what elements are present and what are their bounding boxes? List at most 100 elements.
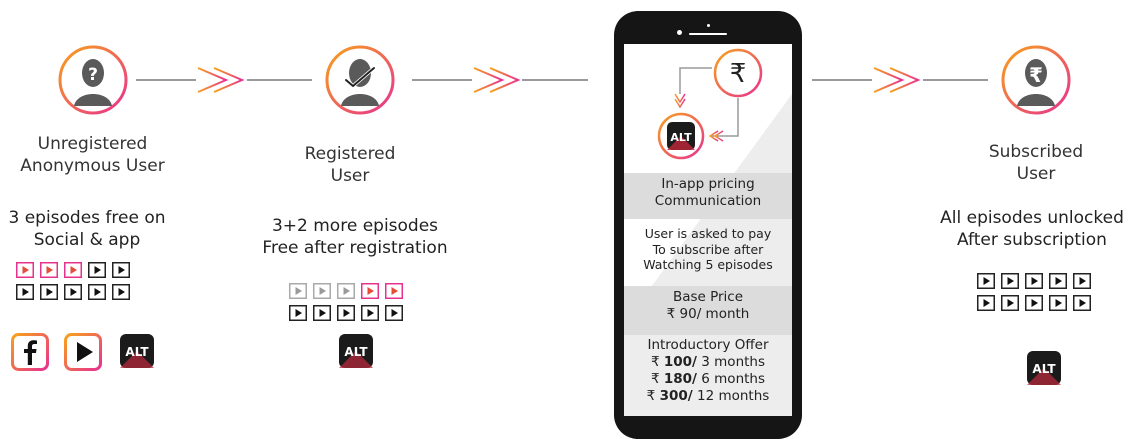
stage-label: Subscribed User <box>946 141 1126 185</box>
episode-locked-icon[interactable] <box>112 262 130 278</box>
stage-label: Unregistered Anonymous User <box>0 133 185 177</box>
offer-amount: 300/ <box>659 388 693 404</box>
logo-text: ALT <box>344 345 368 359</box>
facebook-icon[interactable] <box>11 333 49 371</box>
altbalaji-app-icon[interactable]: ALT <box>119 333 155 369</box>
episode-locked-icon[interactable] <box>1049 273 1067 289</box>
desc-line: All episodes unlocked <box>940 208 1124 228</box>
rupee-prefix: ₹ <box>650 371 664 387</box>
svg-text:₹: ₹ <box>730 59 747 89</box>
pricing-title-line: Communication <box>654 193 762 209</box>
episode-locked-icon[interactable] <box>16 284 34 300</box>
label-line: User <box>330 166 370 186</box>
offer-amount: 100/ <box>663 354 697 370</box>
base-price-value: ₹ 90/ month <box>666 306 750 322</box>
altbalaji-app-icon[interactable]: ALT <box>338 333 374 369</box>
altbalaji-logo-graphic: ALT <box>120 334 154 368</box>
ask-line: To subscribe after <box>652 241 764 257</box>
phone-camera-icon <box>677 30 682 35</box>
label-line: Subscribed <box>988 142 1084 162</box>
pricing-communication-box: In-app pricing Communication <box>624 173 792 219</box>
base-price-title: Base Price <box>672 289 744 305</box>
episode-free-icon[interactable] <box>361 283 379 299</box>
episode-locked-icon[interactable] <box>1001 273 1019 289</box>
episode-locked-icon[interactable] <box>977 273 995 289</box>
altbalaji-logo-graphic: ALT <box>339 334 373 368</box>
youtube-play-icon[interactable] <box>64 333 102 371</box>
stage-description: 3 episodes free on Social & app <box>0 207 174 251</box>
stage-description: 3+2 more episodes Free after registratio… <box>250 215 460 259</box>
desc-line: After subscription <box>957 230 1107 250</box>
episode-locked-icon[interactable] <box>88 284 106 300</box>
episode-locked-icon[interactable] <box>64 284 82 300</box>
episode-locked-icon[interactable] <box>313 305 331 321</box>
app-logo-circle-icon: ALT <box>657 112 705 160</box>
episode-locked-icon[interactable] <box>977 295 995 311</box>
stage-registered: Registered User 3+2 more episodes Free a… <box>250 0 450 439</box>
episode-watched-icon[interactable] <box>289 283 307 299</box>
stage-unregistered: ? Unregistered Anonymous User 3 episodes… <box>0 0 185 439</box>
episode-watched-icon[interactable] <box>337 283 355 299</box>
offer-row: ₹ 300/ 12 months <box>624 388 792 405</box>
svg-text:ALT: ALT <box>670 131 692 144</box>
offer-title: Introductory Offer <box>647 337 769 353</box>
desc-line: 3 episodes free on <box>8 208 166 228</box>
pricing-title-line: In-app pricing <box>661 176 755 192</box>
episode-free-icon[interactable] <box>40 262 58 278</box>
episode-locked-icon[interactable] <box>361 305 379 321</box>
stage-subscribed: ₹ Subscribed User All episodes unlocked … <box>930 0 1130 439</box>
altbalaji-app-icon[interactable]: ALT <box>1026 350 1062 386</box>
rupee-prefix: ₹ <box>650 354 664 370</box>
episode-locked-icon[interactable] <box>385 305 403 321</box>
stage-description: All episodes unlocked After subscription <box>934 207 1130 251</box>
label-line: Unregistered <box>37 134 148 154</box>
episode-free-icon[interactable] <box>385 283 403 299</box>
episode-locked-icon[interactable] <box>1025 295 1043 311</box>
episode-locked-icon[interactable] <box>337 305 355 321</box>
label-line: Registered <box>304 144 396 164</box>
rupee-prefix: ₹ <box>646 388 660 404</box>
desc-line: Free after registration <box>262 238 448 258</box>
episode-locked-icon[interactable] <box>88 262 106 278</box>
offer-amount: 180/ <box>663 371 697 387</box>
episode-locked-icon[interactable] <box>1001 295 1019 311</box>
label-line: User <box>1016 164 1056 184</box>
episode-locked-icon[interactable] <box>112 284 130 300</box>
episode-locked-icon[interactable] <box>1073 273 1091 289</box>
episode-free-icon[interactable] <box>16 262 34 278</box>
episode-grid <box>16 262 130 300</box>
introductory-offer-box: Introductory Offer ₹ 100/ 3 months ₹ 180… <box>624 337 792 413</box>
rupee-circle-icon: ₹ <box>713 48 763 98</box>
label-line: Anonymous User <box>20 156 165 176</box>
offer-period: 12 months <box>692 388 770 404</box>
ask-line: User is asked to pay <box>644 226 772 241</box>
svg-text:₹: ₹ <box>1029 63 1043 87</box>
episode-grid <box>289 283 403 321</box>
base-price-box: Base Price ₹ 90/ month <box>624 286 792 335</box>
logo-text: ALT <box>1032 362 1056 376</box>
episode-watched-icon[interactable] <box>313 283 331 299</box>
logo-text: ALT <box>125 345 149 359</box>
ask-line: Watching 5 episodes <box>643 257 773 272</box>
rupee-user-icon: ₹ <box>1001 45 1071 115</box>
phone-sensor-icon <box>707 24 710 27</box>
desc-line: Social & app <box>33 230 141 250</box>
offer-row: ₹ 180/ 6 months <box>624 371 792 388</box>
phone-screen: ₹ ALT In-app pricing Communication User … <box>624 44 792 416</box>
registered-user-icon <box>325 45 395 115</box>
episode-locked-icon[interactable] <box>1025 273 1043 289</box>
offer-period: 3 months <box>696 354 766 370</box>
payment-loop-arrows <box>674 67 739 142</box>
desc-line: 3+2 more episodes <box>271 216 439 236</box>
altbalaji-logo-graphic: ALT <box>1027 351 1061 385</box>
episode-locked-icon[interactable] <box>289 305 307 321</box>
episode-locked-icon[interactable] <box>40 284 58 300</box>
stage-label: Registered User <box>250 143 450 187</box>
offer-period: 6 months <box>696 371 766 387</box>
episode-free-icon[interactable] <box>64 262 82 278</box>
svg-text:?: ? <box>88 65 98 85</box>
episode-locked-icon[interactable] <box>1073 295 1091 311</box>
phone-speaker <box>689 33 727 35</box>
ask-to-subscribe-text: User is asked to pay To subscribe after … <box>624 226 792 280</box>
episode-locked-icon[interactable] <box>1049 295 1067 311</box>
